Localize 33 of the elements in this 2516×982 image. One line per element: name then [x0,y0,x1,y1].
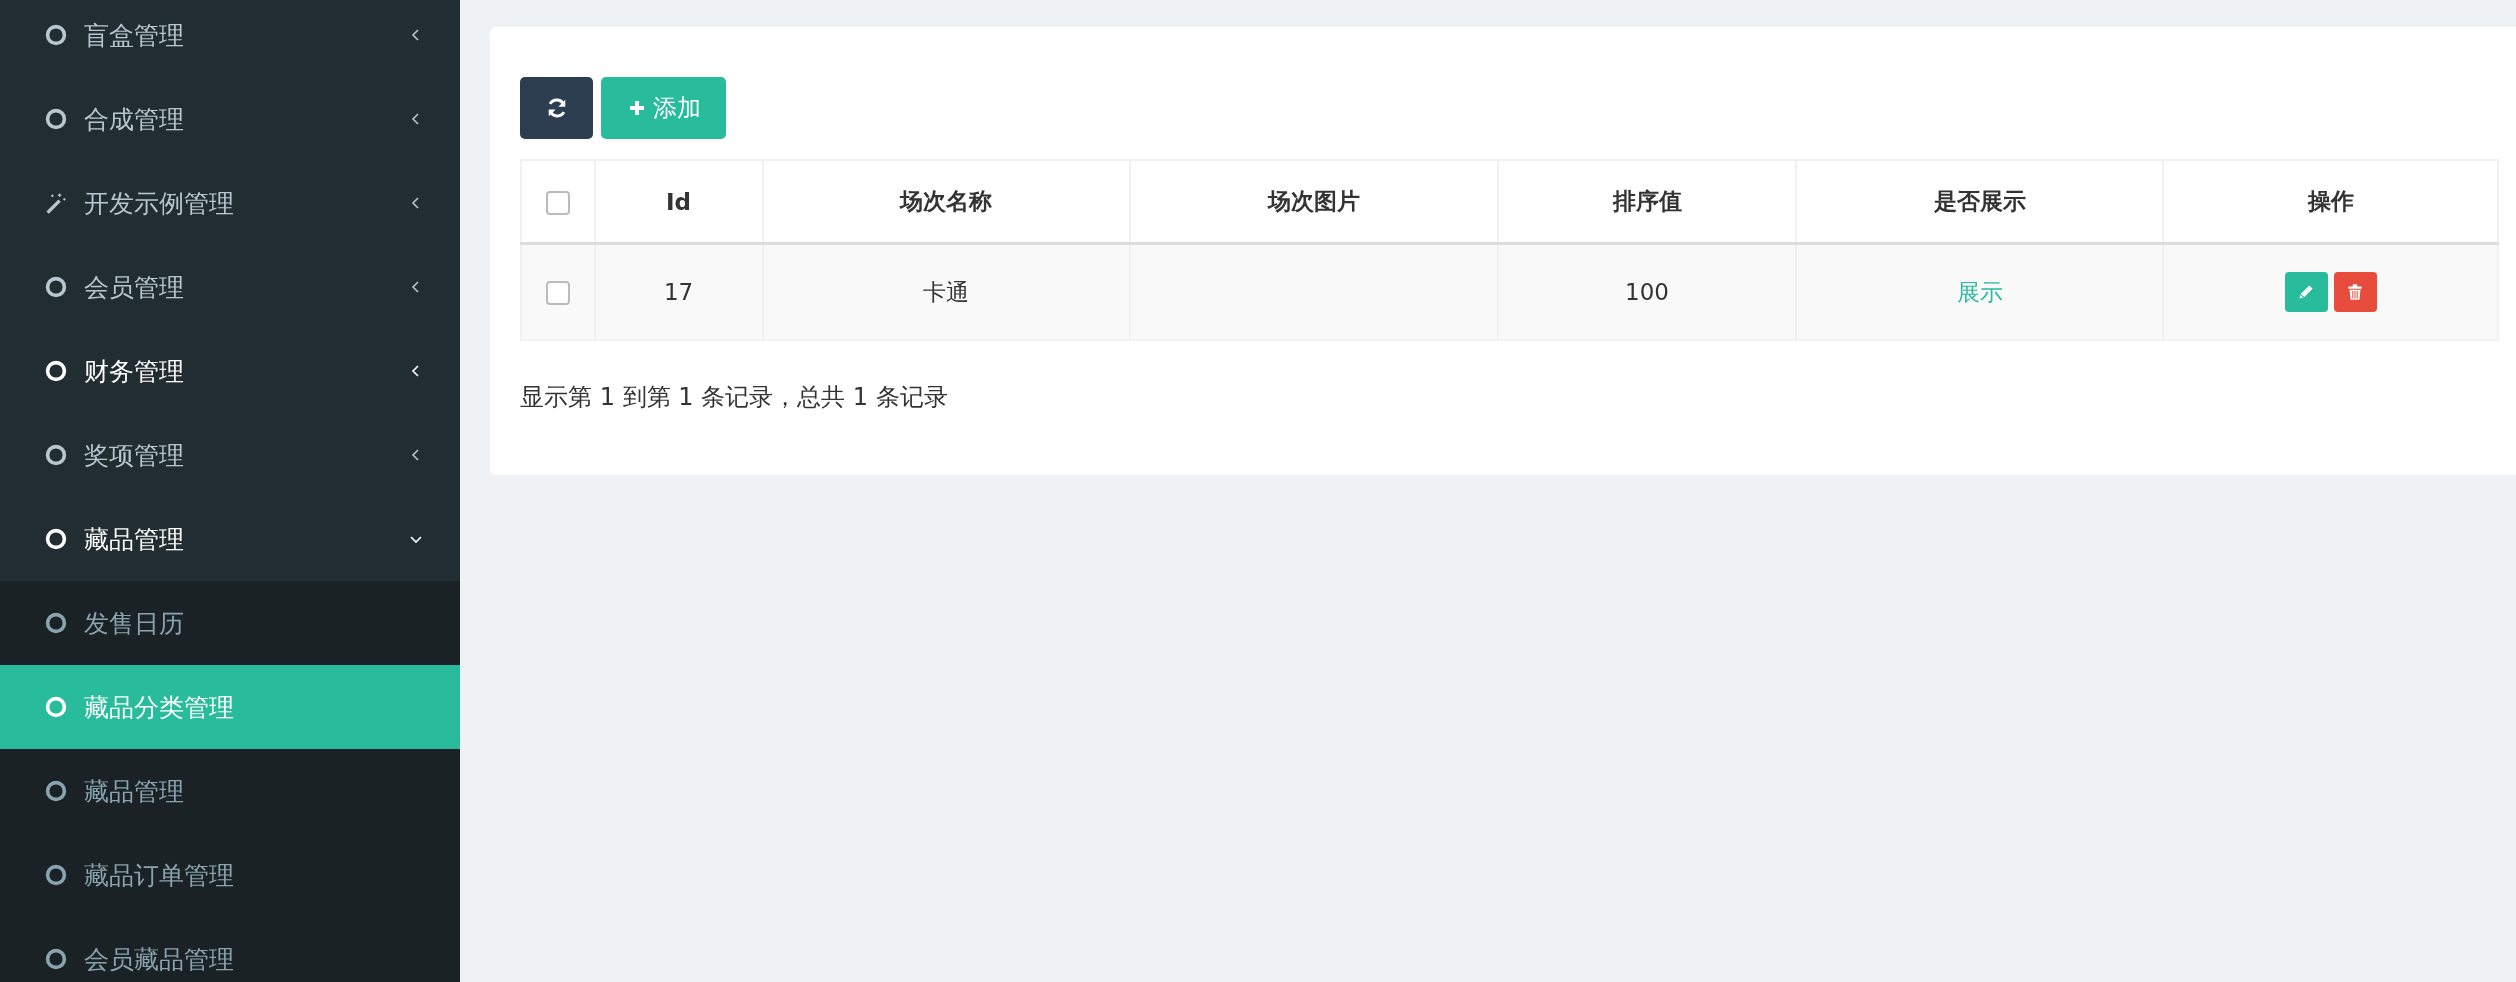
circle-icon [44,779,68,803]
circle-icon [44,443,68,467]
menu-item[interactable]: 奖项管理 [0,413,460,497]
table-cell: 100 [1498,243,1796,340]
circle-icon [44,611,68,635]
checkbox[interactable] [545,190,570,215]
table-cell: 17 [594,243,763,340]
circle-icon [44,863,68,887]
pagination-info: 显示第 1 到第 1 条记录，总共 1 条记录 [520,382,948,413]
circle-icon [44,23,68,47]
table-cell: 卡通 [762,243,1130,340]
submenu-item[interactable]: 会员藏品管理 [0,917,460,982]
circle-icon [44,359,68,383]
circle-icon [44,107,68,131]
submenu-item[interactable]: 藏品管理 [0,749,460,833]
menu-item[interactable]: 开发示例管理 [0,161,460,245]
submenu-item[interactable]: 发售日历 [0,581,460,665]
menu-item[interactable]: 盲盒管理 [0,0,460,77]
circle-icon [44,947,68,971]
refresh-button[interactable] [520,77,593,139]
checkbox[interactable] [545,281,570,306]
submenu-item[interactable]: 藏品订单管理 [0,833,460,917]
circle-icon [44,527,68,551]
edit-button[interactable] [2284,272,2328,312]
menu-item[interactable]: 藏品管理 [0,497,460,581]
circle-icon [44,695,68,719]
status-text: 展示 [1956,278,2003,305]
magic-wand-icon [44,191,68,215]
menu-item[interactable]: 会员管理 [0,245,460,329]
circle-icon [44,275,68,299]
menu-item[interactable]: 合成管理 [0,77,460,161]
delete-button[interactable] [2333,272,2377,312]
menu-item[interactable]: 财务管理 [0,329,460,413]
